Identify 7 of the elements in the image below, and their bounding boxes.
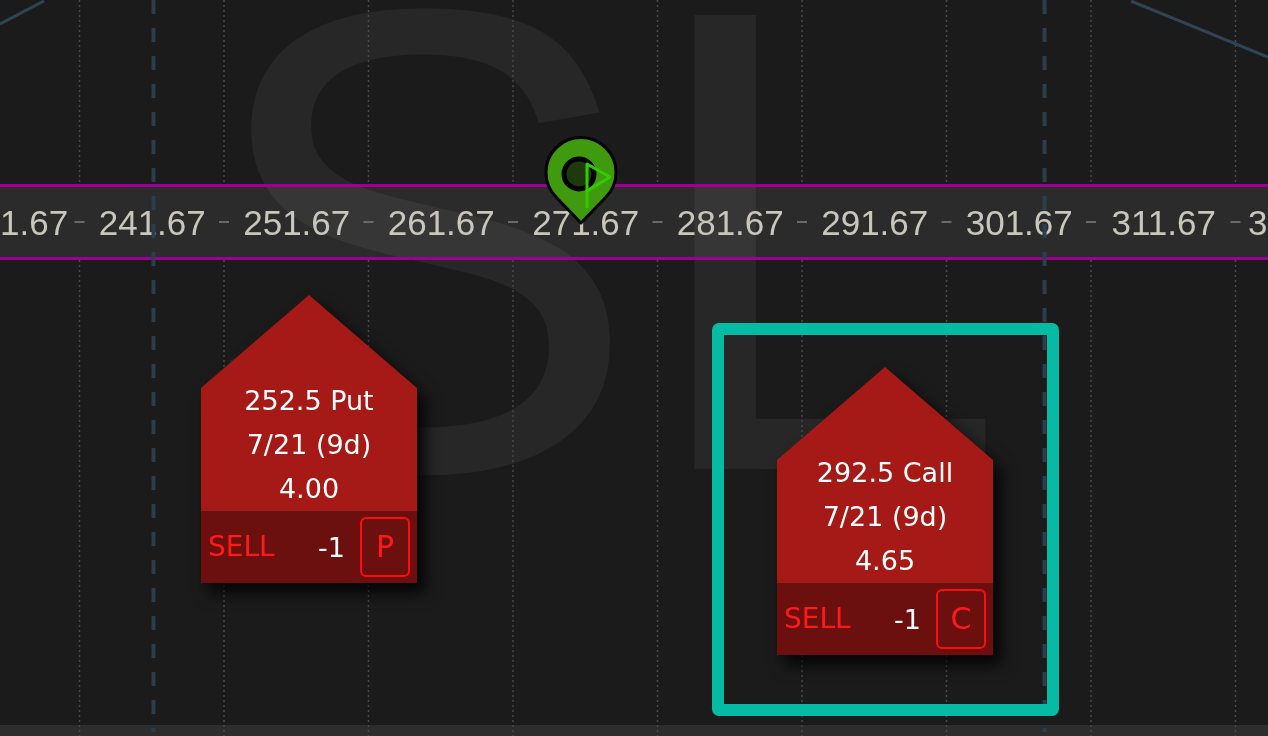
- axis-price-label: 241.67: [98, 204, 206, 240]
- axis-price-label: 3: [1248, 204, 1268, 240]
- side-label: SELL: [784, 605, 851, 633]
- axis-price-label: 1.67: [0, 204, 69, 240]
- chart-line: [0, 0, 45, 26]
- quantity-label: -1: [894, 605, 921, 633]
- axis-price-label: 311.67: [1111, 204, 1216, 240]
